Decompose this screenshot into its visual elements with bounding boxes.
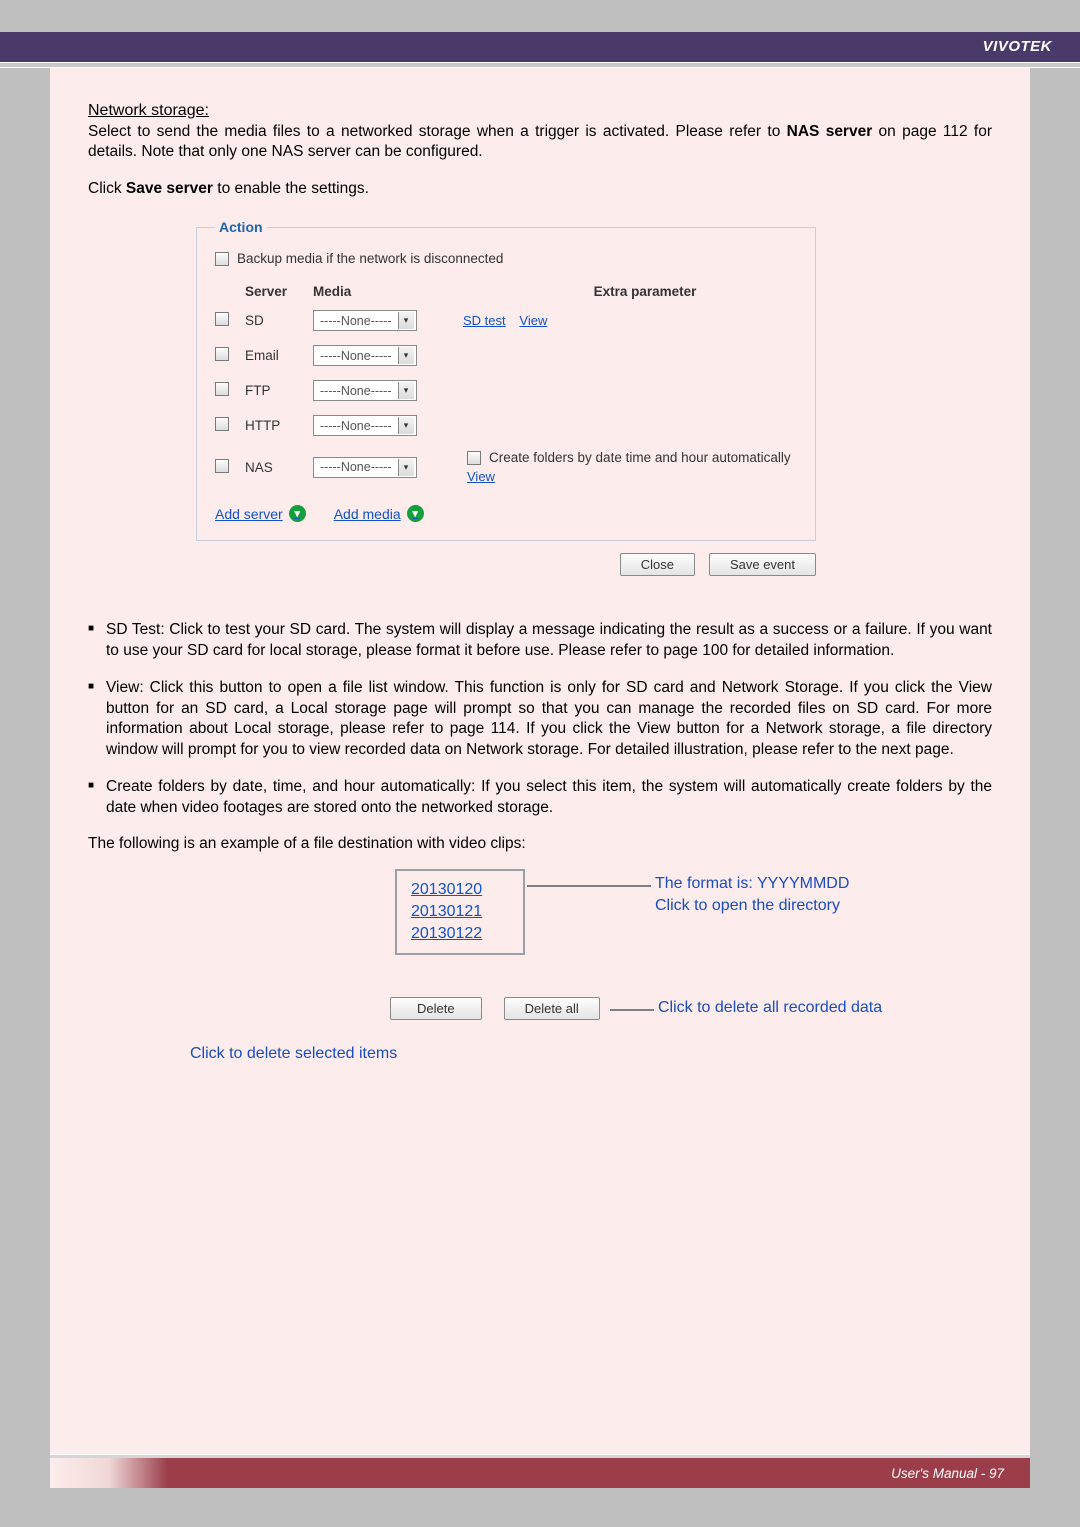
network-storage-heading: Network storage: bbox=[88, 102, 992, 120]
connector-line bbox=[527, 885, 651, 887]
footer-page-label: User's Manual - 97 bbox=[891, 1466, 1004, 1481]
table-header: Server Media Extra parameter bbox=[215, 280, 797, 303]
brand-label: VIVOTEK bbox=[983, 38, 1052, 55]
chevron-down-icon bbox=[289, 505, 306, 522]
bullet-sd-test: SD Test: Click to test your SD card. The… bbox=[88, 620, 992, 662]
annotation-delete-selected: Click to delete selected items bbox=[190, 1045, 397, 1063]
sd-media-select[interactable]: -----None----- bbox=[313, 310, 417, 331]
action-fieldset: Action Backup media if the network is di… bbox=[196, 219, 816, 541]
dir-link[interactable]: 20130120 bbox=[411, 881, 509, 899]
delete-all-button[interactable]: Delete all bbox=[504, 997, 600, 1020]
server-row-sd: SD -----None----- SD test View bbox=[215, 303, 797, 338]
backup-label: Backup media if the network is disconnec… bbox=[237, 251, 503, 266]
directory-list-box: 20130120 20130121 20130122 bbox=[395, 869, 525, 955]
chevron-down-icon bbox=[398, 417, 414, 434]
nas-create-folders-label: Create folders by date time and hour aut… bbox=[489, 450, 791, 465]
annotation-format: The format is: YYYYMMDD bbox=[655, 875, 849, 893]
bullet-view: View: Click this button to open a file l… bbox=[88, 678, 992, 761]
chevron-down-icon bbox=[398, 382, 414, 399]
chevron-down-icon bbox=[398, 459, 414, 476]
annotation-open-dir: Click to open the directory bbox=[655, 897, 840, 915]
nas-media-select[interactable]: -----None----- bbox=[313, 457, 417, 478]
save-event-button[interactable]: Save event bbox=[709, 553, 816, 576]
dir-link[interactable]: 20130122 bbox=[411, 925, 509, 943]
nas-checkbox[interactable] bbox=[215, 459, 229, 473]
nas-create-folders-checkbox[interactable] bbox=[467, 451, 481, 465]
add-server-link[interactable]: Add server bbox=[215, 505, 306, 522]
sd-test-link[interactable]: SD test bbox=[463, 313, 506, 328]
sd-checkbox[interactable] bbox=[215, 312, 229, 326]
http-media-select[interactable]: -----None----- bbox=[313, 415, 417, 436]
action-legend: Action bbox=[215, 219, 267, 235]
connector-line bbox=[610, 1009, 654, 1011]
email-label: Email bbox=[245, 348, 313, 363]
chevron-down-icon bbox=[398, 347, 414, 364]
annotation-delete-all: Click to delete all recorded data bbox=[658, 999, 882, 1017]
chevron-down-icon bbox=[407, 505, 424, 522]
intro-paragraph-1: Select to send the media files to a netw… bbox=[88, 122, 992, 163]
dir-link[interactable]: 20130121 bbox=[411, 903, 509, 921]
bullet-create-folders: Create folders by date, time, and hour a… bbox=[88, 777, 992, 819]
sd-view-link[interactable]: View bbox=[519, 313, 547, 328]
email-media-select[interactable]: -----None----- bbox=[313, 345, 417, 366]
delete-button[interactable]: Delete bbox=[390, 997, 482, 1020]
backup-checkbox[interactable] bbox=[215, 252, 229, 266]
nas-view-link[interactable]: View bbox=[467, 469, 495, 484]
example-lead: The following is an example of a file de… bbox=[88, 834, 992, 854]
http-checkbox[interactable] bbox=[215, 417, 229, 431]
ftp-media-select[interactable]: -----None----- bbox=[313, 380, 417, 401]
server-row-http: HTTP -----None----- bbox=[215, 408, 797, 443]
server-row-nas: NAS -----None----- Create folders by dat… bbox=[215, 443, 797, 491]
close-button[interactable]: Close bbox=[620, 553, 695, 576]
server-row-email: Email -----None----- bbox=[215, 338, 797, 373]
ftp-label: FTP bbox=[245, 383, 313, 398]
nas-label: NAS bbox=[245, 460, 313, 475]
add-media-link[interactable]: Add media bbox=[334, 505, 424, 522]
ftp-checkbox[interactable] bbox=[215, 382, 229, 396]
chevron-down-icon bbox=[398, 312, 414, 329]
sd-label: SD bbox=[245, 313, 313, 328]
intro-paragraph-2: Click Save server to enable the settings… bbox=[88, 179, 992, 199]
http-label: HTTP bbox=[245, 418, 313, 433]
server-row-ftp: FTP -----None----- bbox=[215, 373, 797, 408]
email-checkbox[interactable] bbox=[215, 347, 229, 361]
